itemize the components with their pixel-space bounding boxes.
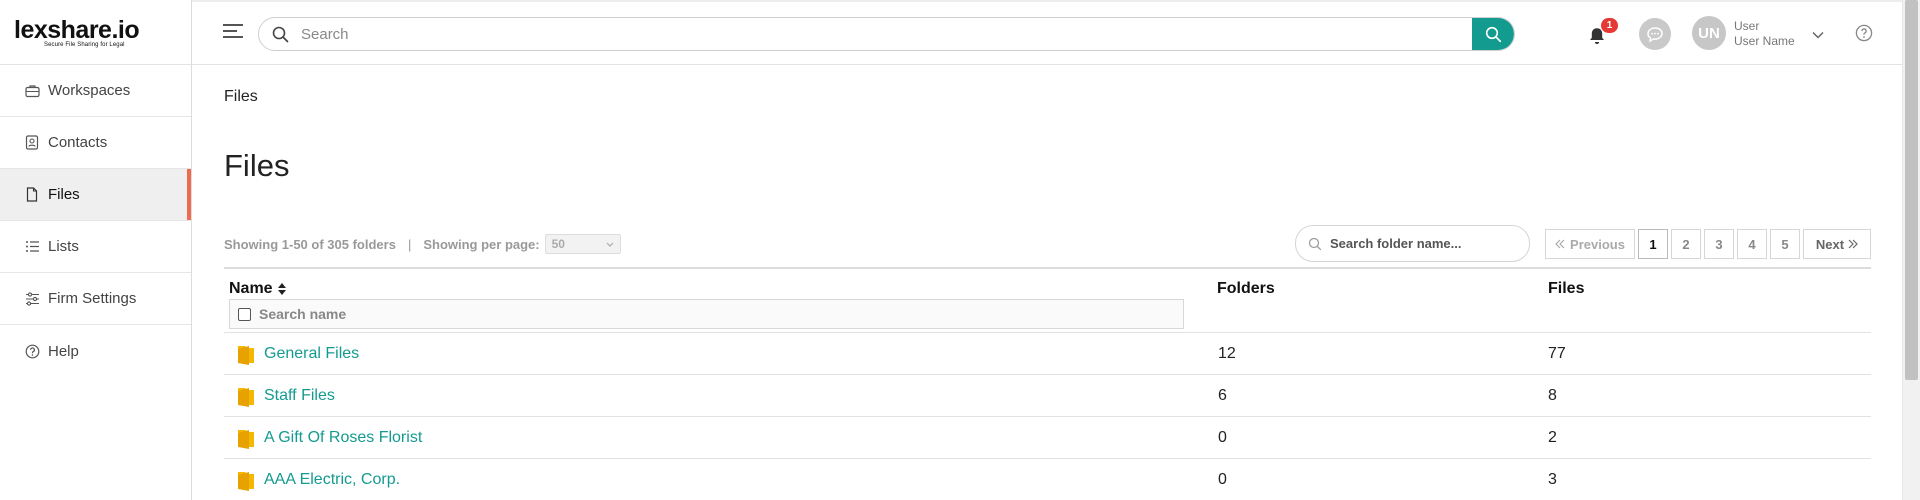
search-submit-button[interactable] bbox=[1472, 18, 1514, 50]
pagination-page-4[interactable]: 4 bbox=[1737, 229, 1767, 259]
sidebar-item-help[interactable]: Help bbox=[0, 325, 191, 377]
per-page-label: Showing per page: bbox=[423, 236, 540, 252]
previous-label: Previous bbox=[1570, 236, 1625, 252]
pagination-previous-button[interactable]: Previous bbox=[1545, 229, 1635, 259]
folder-icon bbox=[236, 343, 256, 370]
per-page-value: 50 bbox=[551, 237, 565, 251]
file-count: 8 bbox=[1548, 387, 1557, 404]
folder-count: 12 bbox=[1218, 345, 1236, 362]
column-header-name[interactable]: Name bbox=[229, 280, 287, 298]
file-count: 3 bbox=[1548, 471, 1557, 488]
avatar[interactable]: UN bbox=[1692, 16, 1726, 50]
user-name: User Name bbox=[1734, 34, 1795, 48]
list-icon bbox=[24, 239, 40, 255]
page-title: Files bbox=[224, 148, 290, 183]
help-circle-icon[interactable] bbox=[1855, 24, 1873, 47]
pagination-page-3[interactable]: 3 bbox=[1704, 229, 1734, 259]
sliders-icon bbox=[24, 291, 40, 307]
folder-icon bbox=[236, 469, 256, 496]
app-root: lexshare.io Secure File Sharing for Lega… bbox=[0, 0, 1920, 500]
table-header: Name Folders Files bbox=[224, 267, 1871, 333]
search-icon bbox=[259, 26, 301, 43]
folder-icon bbox=[236, 427, 256, 454]
file-count: 2 bbox=[1548, 429, 1557, 446]
list-toolbar: Showing 1-50 of 305 folders | Showing pe… bbox=[224, 234, 621, 254]
help-circle-icon bbox=[24, 343, 40, 359]
menu-toggle-icon[interactable] bbox=[223, 24, 243, 42]
folder-search-input[interactable] bbox=[1330, 236, 1510, 251]
folders-table: Name Folders Files General Files 12 77 S… bbox=[224, 267, 1871, 500]
sidebar-item-firm-settings[interactable]: Firm Settings bbox=[0, 273, 191, 325]
folder-name-link[interactable]: Staff Files bbox=[264, 387, 335, 405]
logo-brand: lexshare.io bbox=[14, 15, 140, 44]
double-chevron-left-icon bbox=[1555, 239, 1565, 249]
chevron-down-icon bbox=[606, 242, 614, 247]
next-label: Next bbox=[1815, 236, 1845, 252]
sidebar-item-label: Files bbox=[48, 186, 80, 203]
folder-count: 0 bbox=[1218, 429, 1227, 446]
top-header: 1 UN User User Name bbox=[192, 0, 1902, 65]
pagination: Previous 1 2 3 4 5 Next bbox=[1545, 229, 1871, 259]
chat-bubble-icon[interactable] bbox=[1639, 18, 1671, 50]
global-search bbox=[258, 17, 1515, 51]
briefcase-icon bbox=[24, 83, 40, 99]
chevron-down-icon[interactable] bbox=[1812, 26, 1824, 44]
contact-card-icon bbox=[24, 135, 40, 151]
logo[interactable]: lexshare.io Secure File Sharing for Lega… bbox=[0, 0, 191, 65]
global-search-input[interactable] bbox=[301, 18, 1472, 50]
pagination-page-1[interactable]: 1 bbox=[1638, 229, 1668, 259]
sidebar-item-lists[interactable]: Lists bbox=[0, 221, 191, 273]
table-row[interactable]: A Gift Of Roses Florist 0 2 bbox=[224, 417, 1871, 459]
folder-search bbox=[1295, 225, 1530, 262]
user-menu[interactable]: User User Name bbox=[1734, 19, 1795, 49]
table-row[interactable]: AAA Electric, Corp. 0 3 bbox=[224, 459, 1871, 500]
table-row[interactable]: General Files 12 77 bbox=[224, 333, 1871, 375]
logo-tagline: Secure File Sharing for Legal bbox=[44, 41, 125, 48]
folder-icon bbox=[236, 385, 256, 412]
folder-name-link[interactable]: A Gift Of Roses Florist bbox=[264, 429, 422, 447]
sidebar-item-label: Lists bbox=[48, 238, 79, 255]
double-chevron-right-icon bbox=[1848, 239, 1858, 249]
column-header-files[interactable]: Files bbox=[1548, 280, 1584, 298]
page-scrollbar[interactable] bbox=[1902, 0, 1920, 500]
sidebar-item-contacts[interactable]: Contacts bbox=[0, 117, 191, 169]
pagination-page-2[interactable]: 2 bbox=[1671, 229, 1701, 259]
folder-name-link[interactable]: General Files bbox=[264, 345, 359, 363]
breadcrumb[interactable]: Files bbox=[224, 88, 258, 106]
sidebar-item-label: Contacts bbox=[48, 134, 108, 151]
name-filter-input[interactable] bbox=[259, 306, 959, 322]
per-page-select[interactable]: 50 bbox=[544, 234, 621, 254]
notification-count-badge: 1 bbox=[1601, 18, 1618, 33]
scrollbar-thumb[interactable] bbox=[1905, 0, 1918, 380]
sidebar-item-label: Workspaces bbox=[48, 82, 131, 99]
name-filter bbox=[229, 299, 1184, 329]
column-header-folders[interactable]: Folders bbox=[1217, 280, 1275, 298]
folder-count: 6 bbox=[1218, 387, 1227, 404]
sidebar-item-label: Help bbox=[48, 342, 79, 360]
file-icon bbox=[24, 187, 40, 203]
sidebar-item-files[interactable]: Files bbox=[0, 169, 191, 221]
sidebar: lexshare.io Secure File Sharing for Lega… bbox=[0, 0, 192, 500]
search-icon bbox=[1485, 26, 1501, 42]
search-icon bbox=[1308, 237, 1322, 250]
toolbar-separator: | bbox=[407, 236, 412, 252]
pagination-page-5[interactable]: 5 bbox=[1770, 229, 1800, 259]
select-all-checkbox[interactable] bbox=[238, 307, 251, 321]
table-row[interactable]: Staff Files 6 8 bbox=[224, 375, 1871, 417]
folder-name-link[interactable]: AAA Electric, Corp. bbox=[264, 471, 400, 489]
sidebar-item-label: Firm Settings bbox=[48, 290, 137, 307]
folder-count: 0 bbox=[1218, 471, 1227, 488]
showing-count-text: Showing 1-50 of 305 folders bbox=[224, 236, 396, 252]
file-count: 77 bbox=[1548, 345, 1566, 362]
pagination-next-button[interactable]: Next bbox=[1803, 229, 1871, 259]
sidebar-item-workspaces[interactable]: Workspaces bbox=[0, 65, 191, 117]
user-role: User bbox=[1734, 19, 1760, 33]
sort-icon bbox=[277, 283, 286, 295]
